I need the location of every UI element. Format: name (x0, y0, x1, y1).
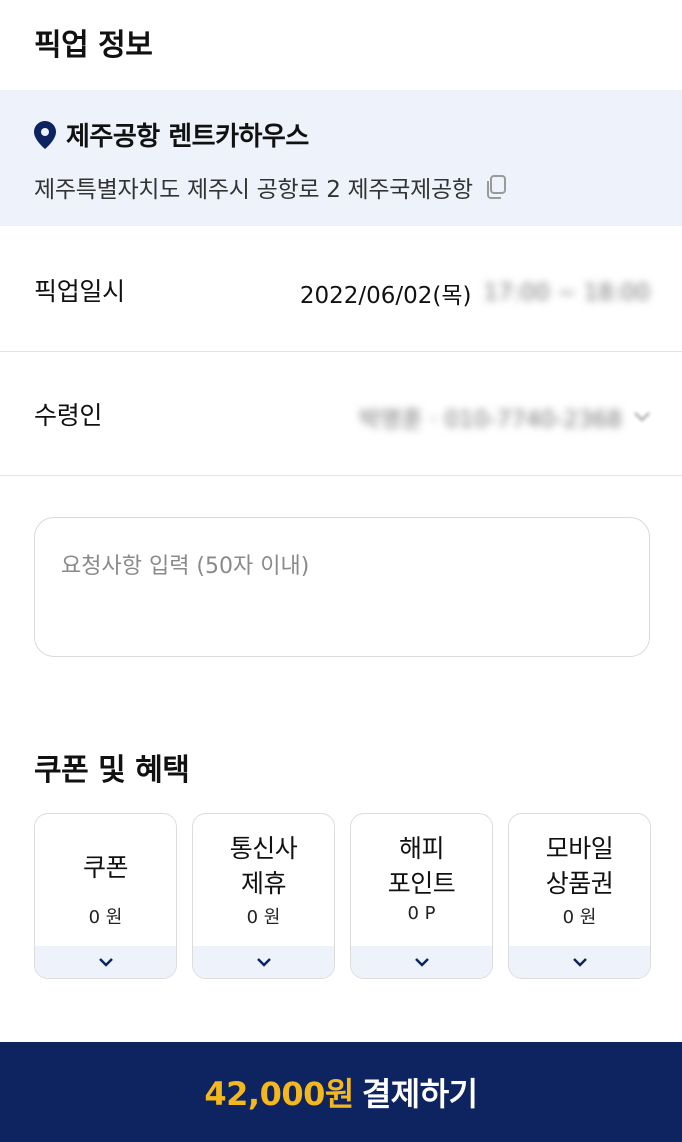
card-label: 통신사 제휴 (193, 831, 334, 901)
receiver-value: 박명훈 · 010-7740-2368 (359, 407, 622, 433)
coupon-card[interactable]: 쿠폰 0 원 (34, 813, 177, 979)
card-expand-button[interactable] (509, 946, 650, 978)
card-value: 0 P (407, 903, 436, 924)
telecom-card[interactable]: 통신사 제휴 0 원 (192, 813, 335, 979)
pickup-location-box: 제주공항 렌트카하우스 제주특별자치도 제주시 공항로 2 제주국제공항 (0, 90, 682, 226)
benefit-cards: 쿠폰 0 원 통신사 제휴 0 원 해피 포인트 0 P 모바일 상품권 0 원 (34, 813, 651, 979)
card-label-line1: 해피 (398, 834, 445, 863)
chevron-down-icon (414, 958, 429, 967)
card-label-line1: 통신사 (229, 834, 298, 863)
card-value: 0 원 (246, 907, 281, 928)
card-label-line2: 상품권 (545, 869, 614, 898)
chevron-down-icon (98, 958, 113, 967)
card-expand-button[interactable] (193, 946, 334, 978)
location-name-row: 제주공항 렌트카하우스 (34, 116, 309, 153)
card-label: 해피 포인트 (351, 831, 492, 901)
address-row: 제주특별자치도 제주시 공항로 2 제주국제공항 (34, 170, 507, 204)
card-expand-button[interactable] (351, 946, 492, 978)
pay-button[interactable]: 42,000원 결제하기 (0, 1042, 682, 1142)
happy-point-card[interactable]: 해피 포인트 0 P (350, 813, 493, 979)
pickup-payment-page: 픽업 정보 제주공항 렌트카하우스 제주특별자치도 제주시 공항로 2 제주국제… (0, 0, 682, 1142)
location-address: 제주특별자치도 제주시 공항로 2 제주국제공항 (34, 177, 473, 203)
receiver-row[interactable]: 수령인 박명훈 · 010-7740-2368 (0, 352, 682, 476)
chevron-down-icon[interactable] (634, 412, 650, 422)
copy-icon[interactable] (485, 175, 507, 199)
card-value: 0 원 (562, 907, 597, 928)
chevron-down-icon (256, 958, 271, 967)
receiver-select[interactable]: 박명훈 · 010-7740-2368 (359, 400, 650, 434)
pickup-info-title: 픽업 정보 (34, 28, 153, 63)
pay-label: 결제하기 (361, 1075, 478, 1113)
pickup-datetime-value: 2022/06/02(목) 17:00 ~ 18:00 (300, 276, 650, 310)
pay-amount: 42,000원 (204, 1075, 354, 1113)
card-label-line2: 제휴 (240, 869, 287, 898)
pickup-datetime-label: 픽업일시 (34, 277, 125, 306)
request-input-box[interactable] (34, 517, 650, 657)
card-value: 0 원 (88, 907, 123, 928)
card-label: 모바일 상품권 (509, 831, 650, 901)
location-name: 제주공항 렌트카하우스 (66, 122, 309, 152)
benefits-title: 쿠폰 및 혜택 (34, 753, 190, 788)
card-label: 쿠폰 (35, 850, 176, 885)
pickup-time-range: 17:00 ~ 18:00 (483, 280, 650, 306)
card-label-line2: 포인트 (387, 869, 456, 898)
card-label-line1: 모바일 (545, 834, 614, 863)
pickup-date: 2022/06/02(목) (299, 283, 472, 309)
card-expand-button[interactable] (35, 946, 176, 978)
pickup-datetime-row: 픽업일시 2022/06/02(목) 17:00 ~ 18:00 (0, 228, 682, 352)
mobile-voucher-card[interactable]: 모바일 상품권 0 원 (508, 813, 651, 979)
card-label-line1: 쿠폰 (82, 853, 129, 882)
chevron-down-icon (572, 958, 587, 967)
map-pin-icon (34, 120, 56, 149)
receiver-label: 수령인 (34, 401, 103, 430)
request-input[interactable] (35, 518, 649, 656)
